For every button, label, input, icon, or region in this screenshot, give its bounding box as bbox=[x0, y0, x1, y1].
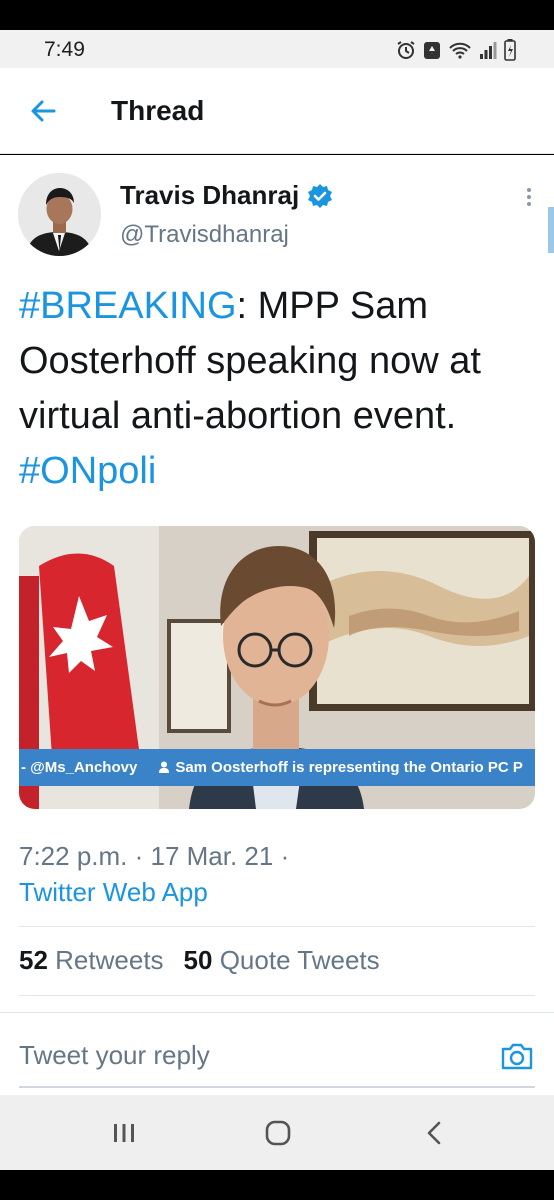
retweets-count: 52 bbox=[19, 945, 48, 975]
tweet-source-link[interactable]: Twitter Web App bbox=[19, 874, 208, 910]
person-icon bbox=[159, 761, 170, 773]
signal-icon bbox=[480, 42, 497, 59]
reply-input[interactable]: Tweet your reply bbox=[19, 1040, 210, 1071]
thread-content: Travis Dhanraj @Travisdhanraj #BREAKING:… bbox=[0, 155, 554, 1095]
lower-third-caption: Sam Oosterhoff is representing the Ontar… bbox=[159, 759, 523, 776]
author-handle[interactable]: @Travisdhanraj bbox=[120, 221, 289, 249]
app-bar: Thread bbox=[0, 68, 554, 154]
divider bbox=[19, 995, 535, 996]
retweets-stat[interactable]: 52 Retweets bbox=[19, 945, 164, 976]
bottom-bezel bbox=[0, 1170, 554, 1200]
recent-apps-button[interactable] bbox=[108, 1117, 140, 1149]
reply-underline bbox=[19, 1086, 535, 1088]
wifi-icon bbox=[449, 42, 471, 59]
retweets-label: Retweets bbox=[55, 945, 164, 975]
scrollbar[interactable] bbox=[548, 207, 554, 253]
status-bar: 7:49 bbox=[0, 30, 554, 68]
quote-tweets-label: Quote Tweets bbox=[219, 945, 380, 975]
home-button[interactable] bbox=[262, 1117, 294, 1149]
recycle-icon bbox=[424, 42, 440, 59]
back-arrow-icon[interactable] bbox=[28, 96, 58, 126]
avatar-portrait bbox=[18, 173, 101, 256]
reply-composer[interactable]: Tweet your reply bbox=[0, 1012, 554, 1088]
tweet-timestamp: 7:22 p.m. · 17 Mar. 21 · bbox=[19, 841, 290, 871]
camera-icon[interactable] bbox=[500, 1041, 534, 1071]
system-nav-bar bbox=[0, 1095, 554, 1170]
back-chevron-icon bbox=[427, 1121, 441, 1145]
author-row: Travis Dhanraj bbox=[120, 180, 333, 211]
divider bbox=[19, 926, 535, 927]
quote-tweets-count: 50 bbox=[183, 945, 213, 975]
video-lower-third: - @Ms_Anchovy Sam Oosterhoff is represen… bbox=[19, 749, 535, 786]
tweet-text: #BREAKING: MPP Sam Oosterhoff speaking n… bbox=[19, 279, 534, 499]
top-bezel bbox=[0, 0, 554, 30]
avatar[interactable] bbox=[18, 173, 101, 256]
status-time: 7:49 bbox=[44, 38, 85, 61]
hashtag-breaking[interactable]: #BREAKING bbox=[19, 285, 237, 327]
more-options-icon[interactable] bbox=[526, 187, 532, 207]
verified-badge-icon bbox=[308, 183, 333, 208]
back-button[interactable] bbox=[418, 1117, 450, 1149]
home-icon bbox=[265, 1120, 291, 1146]
page-title: Thread bbox=[111, 95, 205, 126]
lower-third-text: Sam Oosterhoff is representing the Ontar… bbox=[175, 759, 523, 776]
recent-apps-icon bbox=[114, 1124, 134, 1142]
alarm-icon bbox=[397, 41, 415, 59]
status-icons bbox=[396, 39, 516, 61]
tweet-stats: 52 Retweets 50 Quote Tweets bbox=[19, 945, 380, 976]
author-name[interactable]: Travis Dhanraj bbox=[120, 180, 299, 211]
tweet-media[interactable]: - @Ms_Anchovy Sam Oosterhoff is represen… bbox=[19, 526, 535, 809]
quote-tweets-stat[interactable]: 50 Quote Tweets bbox=[184, 945, 380, 976]
lower-third-handle: - @Ms_Anchovy bbox=[21, 759, 138, 776]
battery-icon bbox=[504, 39, 516, 61]
hashtag-onpoli[interactable]: #ONpoli bbox=[19, 450, 156, 492]
